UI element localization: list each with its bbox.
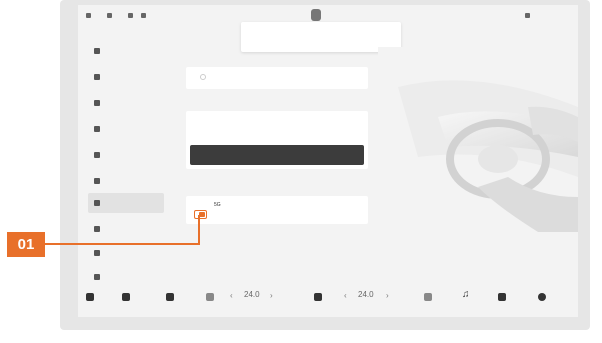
sound-icon [94, 226, 100, 232]
car-icon[interactable] [122, 293, 130, 301]
hotspot-card[interactable] [186, 67, 368, 89]
5g-card: 5G [186, 196, 368, 224]
temp-left-increase[interactable]: › [270, 291, 273, 300]
user-icon[interactable] [525, 13, 530, 18]
climate-icon[interactable] [314, 293, 322, 301]
5g-card-title: 5G [214, 202, 221, 208]
settings-icon [94, 178, 100, 184]
info-icon [94, 274, 100, 280]
callout-connector [45, 243, 200, 245]
network-settings-button[interactable] [190, 145, 364, 165]
screen: 5G ‹ 24.0 › ‹ 24.0 › ♫ [78, 5, 578, 317]
sidebar-item-seat[interactable] [88, 93, 164, 113]
temp-right: 24.0 [358, 290, 374, 299]
wifi-icon [128, 13, 133, 18]
sidebar-item-car[interactable] [88, 41, 164, 61]
temp-left: 24.0 [244, 290, 260, 299]
callout-label: 01 [17, 236, 35, 253]
link-icon [94, 200, 100, 206]
fan-icon[interactable] [206, 293, 214, 301]
signal-icon [86, 13, 91, 18]
sidebar-item-wheel[interactable] [88, 119, 164, 139]
music-icon[interactable]: ♫ [462, 289, 470, 300]
sidebar-item-sound[interactable] [88, 219, 164, 239]
temp-right-increase[interactable]: › [386, 291, 389, 300]
car-icon [94, 48, 100, 54]
hotspot-icon [200, 74, 206, 80]
network-icon [107, 13, 112, 18]
bluetooth-icon [141, 13, 146, 18]
car-interior-illustration [378, 47, 578, 237]
light-icon [94, 74, 100, 80]
settings-icon[interactable] [538, 293, 546, 301]
seat-vent-icon[interactable] [424, 293, 432, 301]
seat-icon [94, 100, 100, 106]
center-logo-icon[interactable] [311, 9, 321, 21]
wheel-icon [94, 126, 100, 132]
callout-badge: 01 [7, 232, 45, 257]
sidebar-item-connect[interactable] [88, 193, 164, 213]
notification-toast [241, 22, 401, 52]
sidebar-item-light[interactable] [88, 67, 164, 87]
5g-toggle[interactable] [194, 210, 207, 219]
seat-heat-icon[interactable] [166, 293, 174, 301]
temp-right-decrease[interactable]: ‹ [344, 291, 347, 300]
sidebar-item-display[interactable] [88, 243, 164, 263]
home-icon[interactable] [86, 293, 94, 301]
callout-connector-vertical [198, 215, 200, 245]
sidebar-item-drive[interactable] [88, 145, 164, 165]
sidebar-item-settings[interactable] [88, 171, 164, 191]
drive-icon [94, 152, 100, 158]
apps-icon[interactable] [498, 293, 506, 301]
temp-left-decrease[interactable]: ‹ [230, 291, 233, 300]
display-icon [94, 250, 100, 256]
bottom-dock: ‹ 24.0 › ‹ 24.0 › ♫ [78, 283, 578, 313]
